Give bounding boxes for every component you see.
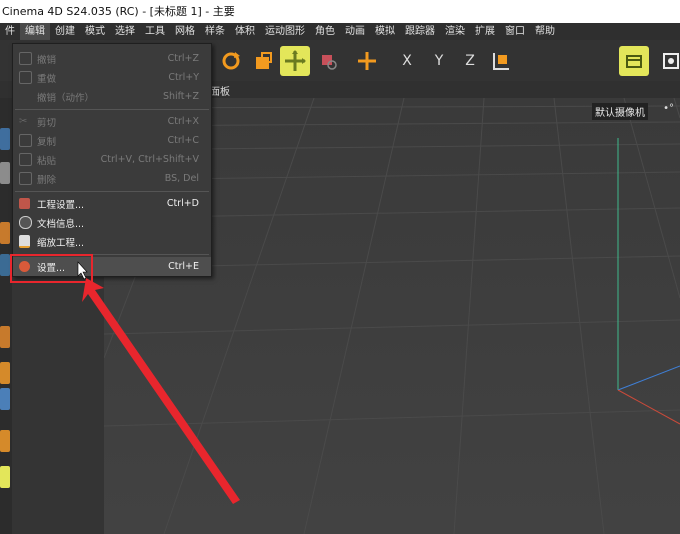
annotation-arrow-icon: [77, 261, 240, 504]
mouse-cursor-icon: [77, 261, 88, 280]
